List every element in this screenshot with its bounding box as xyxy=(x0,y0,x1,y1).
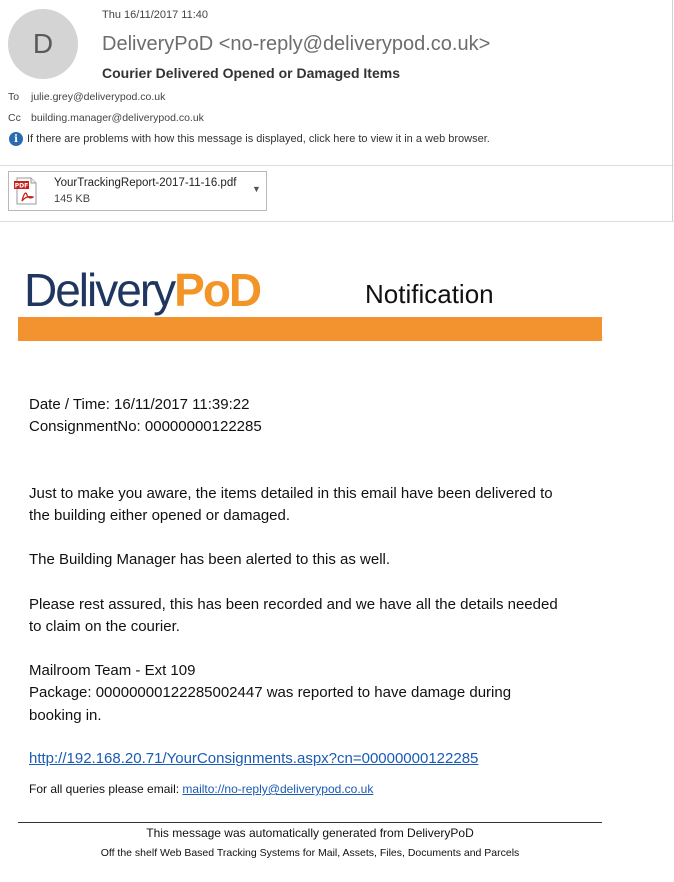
team-line: Mailroom Team - Ext 109 xyxy=(29,662,196,679)
sender[interactable]: DeliveryPoD <no-reply@deliverypod.co.uk> xyxy=(102,33,490,56)
cc-label: Cc xyxy=(8,112,21,124)
attachment-name: YourTrackingReport-2017-11-16.pdf xyxy=(54,177,237,189)
queries-label: For all queries please email: xyxy=(29,782,183,796)
chevron-down-icon[interactable]: ▼ xyxy=(252,184,261,194)
subject: Courier Delivered Opened or Damaged Item… xyxy=(102,65,400,81)
to-recipient[interactable]: julie.grey@deliverypod.co.uk xyxy=(31,91,165,103)
divider xyxy=(0,165,674,166)
footer-generated-note: This message was automatically generated… xyxy=(146,826,474,840)
queries-email-link[interactable]: mailto://no-reply@deliverypod.co.uk xyxy=(182,782,373,796)
queries-line: For all queries please email: mailto://n… xyxy=(29,782,373,796)
pdf-file-icon: PDF xyxy=(14,177,38,205)
sent-date: Thu 16/11/2017 11:40 xyxy=(102,9,209,21)
attachment-size: 145 KB xyxy=(54,193,91,205)
pane-border xyxy=(672,0,673,222)
to-label: To xyxy=(8,91,20,103)
attachment-pdf[interactable]: PDF YourTrackingReport-2017-11-16.pdf 14… xyxy=(8,171,267,211)
cc-recipient[interactable]: building.manager@deliverypod.co.uk xyxy=(31,112,204,124)
paragraph-line: Just to make you aware, the items detail… xyxy=(29,485,553,502)
svg-text:PDF: PDF xyxy=(15,183,28,190)
consignment-line: ConsignmentNo: 00000000122285 xyxy=(29,418,262,435)
paragraph-line: Please rest assured, this has been recor… xyxy=(29,596,558,613)
divider xyxy=(0,221,674,222)
paragraph-line: The Building Manager has been alerted to… xyxy=(29,551,391,568)
footer-tagline: Off the shelf Web Based Tracking Systems… xyxy=(100,847,520,859)
footer-divider xyxy=(18,822,602,823)
deliverypod-logo: DeliveryPoD xyxy=(24,264,262,316)
notification-title: Notification xyxy=(365,279,494,309)
package-line: booking in. xyxy=(29,707,102,724)
view-in-browser-notice[interactable]: If there are problems with how this mess… xyxy=(27,133,490,145)
consignments-link[interactable]: http://192.168.20.71/YourConsignments.as… xyxy=(29,748,478,771)
accent-bar xyxy=(18,317,602,341)
package-line: Package: 00000000122285002447 was report… xyxy=(29,684,512,701)
paragraph-line: to claim on the courier. xyxy=(29,618,180,635)
info-icon: i xyxy=(9,132,23,146)
avatar: D xyxy=(8,9,78,79)
date-time-line: Date / Time: 16/11/2017 11:39:22 xyxy=(29,396,250,413)
paragraph-line: the building either opened or damaged. xyxy=(29,507,291,524)
